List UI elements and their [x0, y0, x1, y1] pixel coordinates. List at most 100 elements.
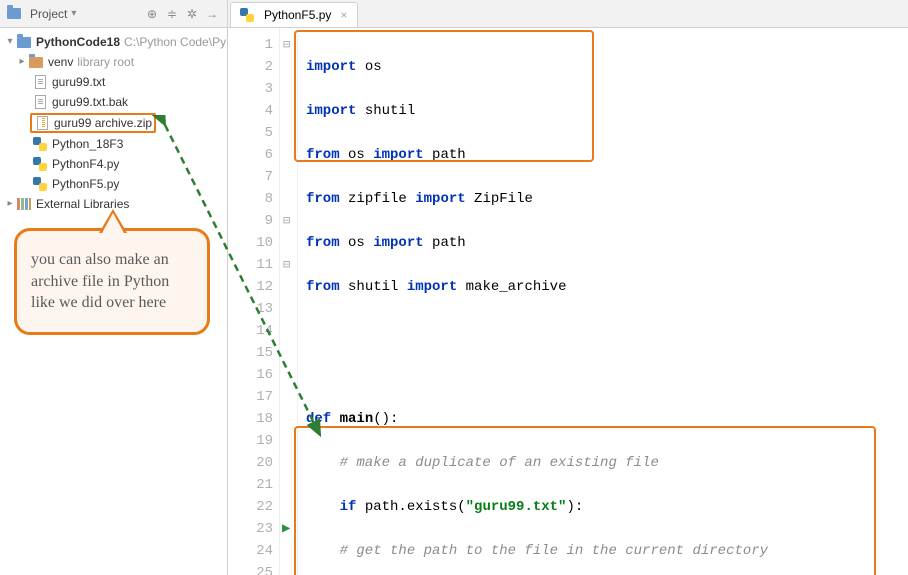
locate-icon[interactable]: ⊕ [143, 5, 161, 23]
code-text: (): [373, 411, 398, 427]
tree-item-guru99txt[interactable]: guru99.txt [0, 72, 227, 92]
line-number: 21 [228, 474, 273, 496]
code-area[interactable]: import os import shutil from os import p… [298, 28, 908, 575]
line-number: 17 [228, 386, 273, 408]
code-text: os [340, 235, 374, 251]
sidebar-header: Project ▾ ⊕ ≑ ✲ → [0, 0, 227, 28]
line-number: 14 [228, 320, 273, 342]
python-file-icon [239, 7, 255, 23]
callout-text: you can also make an archive file in Pyt… [31, 251, 169, 311]
project-root[interactable]: ▾ PythonCode18 C:\Python Code\Py [0, 32, 227, 52]
callout-tail [99, 209, 127, 233]
code-text: zipfile [340, 191, 416, 207]
code-text: shutil [356, 103, 415, 119]
folder-icon [28, 54, 44, 70]
comment: # make a duplicate of an existing file [306, 455, 659, 471]
keyword: from [306, 147, 340, 163]
chevron-down-icon[interactable]: ▾ [4, 32, 16, 52]
line-number: 7 [228, 166, 273, 188]
line-number: 20 [228, 452, 273, 474]
editor-tabs: PythonF5.py × [228, 0, 908, 28]
line-number: 4 [228, 100, 273, 122]
fold-marker[interactable]: ⊟ [283, 254, 293, 264]
editor-pane: PythonF5.py × 12345678910111213141516171… [228, 0, 908, 575]
tree-label: Python_18F3 [52, 134, 123, 154]
line-number: 19 [228, 430, 273, 452]
tree-label: venv [48, 52, 73, 72]
code-text: path.exists( [356, 499, 465, 515]
keyword: import [306, 59, 356, 75]
line-number: 22 [228, 496, 273, 518]
line-number: 1 [228, 34, 273, 56]
python-file-icon [32, 136, 48, 152]
hide-icon[interactable]: → [203, 5, 221, 23]
line-number: 13 [228, 298, 273, 320]
line-number: 25 [228, 562, 273, 575]
library-icon [16, 196, 32, 212]
tree-item-archive-highlighted[interactable]: guru99 archive.zip [30, 113, 156, 133]
line-number: 6 [228, 144, 273, 166]
project-icon [6, 6, 22, 22]
line-number: 16 [228, 364, 273, 386]
tree-item-f5[interactable]: PythonF5.py [0, 174, 227, 194]
text-file-icon [32, 74, 48, 90]
text-file-icon [32, 94, 48, 110]
keyword: if [340, 499, 357, 515]
code-text: make_archive [457, 279, 566, 295]
string: "guru99.txt" [466, 499, 567, 515]
tree-label: PythonF4.py [52, 154, 119, 174]
run-marker[interactable]: ▶ [282, 518, 292, 528]
function-name: main [340, 411, 374, 427]
folder-icon [16, 34, 32, 50]
tree-item-f4[interactable]: PythonF4.py [0, 154, 227, 174]
editor-body[interactable]: 1234567891011121314151617181920212223242… [228, 28, 908, 575]
chevron-right-icon[interactable]: ▸ [4, 194, 16, 214]
line-number: 5 [228, 122, 273, 144]
tree-item-18f3[interactable]: Python_18F3 [0, 134, 227, 154]
settings-icon[interactable]: ✲ [183, 5, 201, 23]
code-text: os [356, 59, 381, 75]
line-number: 11 [228, 254, 273, 276]
code-text: ): [566, 499, 583, 515]
project-path: C:\Python Code\Py [124, 32, 226, 52]
close-icon[interactable]: × [340, 8, 347, 22]
collapse-icon[interactable]: ≑ [163, 5, 181, 23]
line-number: 12 [228, 276, 273, 298]
tree-label: guru99 archive.zip [54, 113, 152, 133]
line-number: 24 [228, 540, 273, 562]
tree-item-guru99bak[interactable]: guru99.txt.bak [0, 92, 227, 112]
code-text: shutil [340, 279, 407, 295]
fold-marker[interactable]: ⊟ [283, 34, 293, 44]
tree-item-venv[interactable]: ▸ venv library root [0, 52, 227, 72]
keyword: import [373, 235, 423, 251]
tree-label: guru99.txt.bak [52, 92, 128, 112]
keyword: import [306, 103, 356, 119]
project-tree: ▾ PythonCode18 C:\Python Code\Py ▸ venv … [0, 28, 227, 218]
code-text: path [424, 235, 466, 251]
python-file-icon [32, 176, 48, 192]
code-text [306, 499, 340, 515]
dropdown-icon[interactable]: ▾ [71, 8, 76, 19]
line-gutter: 1234567891011121314151617181920212223242… [228, 28, 280, 575]
keyword: def [306, 411, 340, 427]
sidebar-title: Project [30, 7, 67, 21]
code-text: ZipFile [466, 191, 533, 207]
fold-marker[interactable]: ⊟ [283, 210, 293, 220]
zip-file-icon [34, 115, 50, 131]
line-number: 9 [228, 210, 273, 232]
line-number: 10 [228, 232, 273, 254]
annotation-callout: you can also make an archive file in Pyt… [14, 228, 210, 335]
line-number: 15 [228, 342, 273, 364]
tree-label: guru99.txt [52, 72, 105, 92]
tab-pythonf5[interactable]: PythonF5.py × [230, 2, 358, 27]
line-number: 2 [228, 56, 273, 78]
fold-gutter: ⊟ ⊟ ⊟ ▶ [280, 28, 298, 575]
line-number: 18 [228, 408, 273, 430]
keyword: from [306, 279, 340, 295]
tree-label: PythonF5.py [52, 174, 119, 194]
keyword: import [407, 279, 457, 295]
comment: # get the path to the file in the curren… [306, 543, 768, 559]
code-text: path [424, 147, 466, 163]
tree-suffix: library root [77, 52, 134, 72]
chevron-right-icon[interactable]: ▸ [16, 52, 28, 72]
